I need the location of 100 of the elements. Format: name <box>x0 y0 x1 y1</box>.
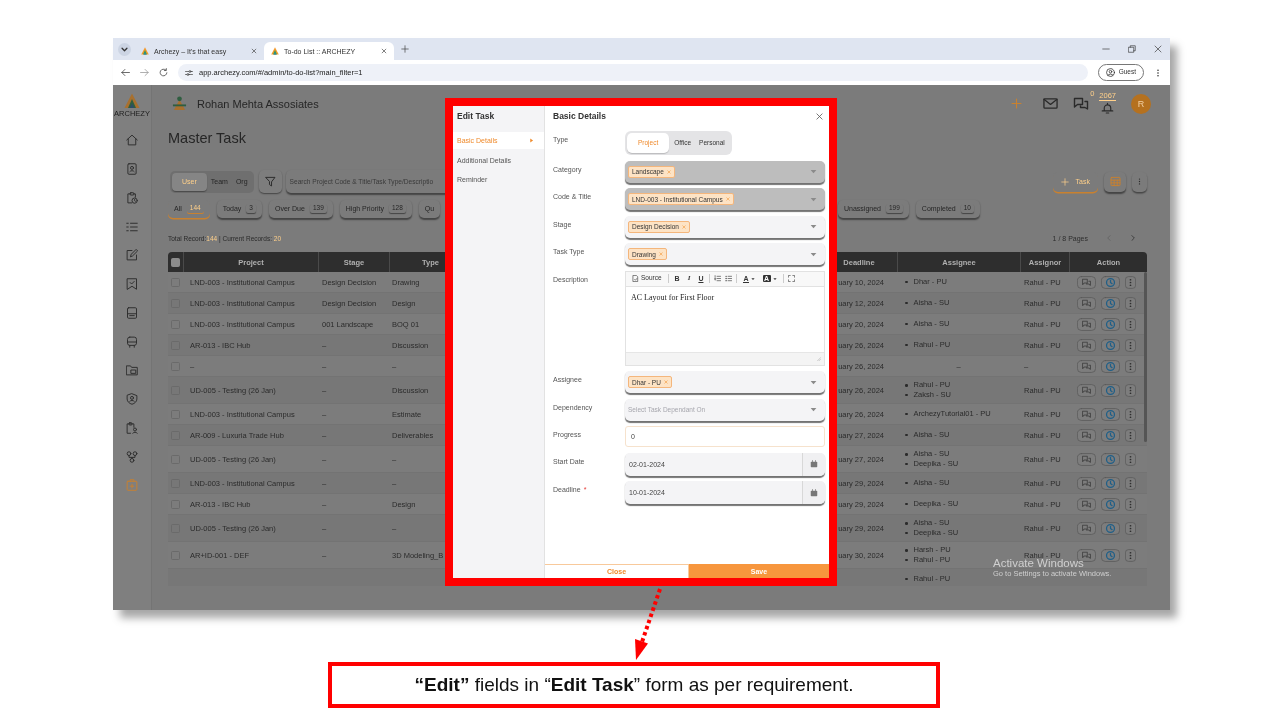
remove-icon[interactable] <box>663 380 668 384</box>
remove-icon[interactable] <box>658 252 663 256</box>
id-badge-icon[interactable] <box>126 163 138 176</box>
plus-icon[interactable] <box>1011 98 1023 109</box>
chevron-down-icon[interactable] <box>118 42 131 56</box>
clock-icon[interactable] <box>1101 476 1120 490</box>
bell-icon[interactable] <box>1101 101 1115 115</box>
comments-icon[interactable] <box>1077 452 1096 466</box>
more-icon[interactable] <box>1125 338 1136 352</box>
filter-button[interactable] <box>258 170 282 193</box>
dropdown-caret-icon <box>810 250 817 258</box>
more-icon[interactable] <box>1125 383 1136 397</box>
restore-icon[interactable] <box>1128 45 1136 53</box>
bookmark-icon[interactable] <box>126 278 138 291</box>
close-icon[interactable] <box>816 112 823 120</box>
new-tab-icon[interactable] <box>401 45 409 53</box>
comments-icon[interactable] <box>1077 521 1096 535</box>
more-icon[interactable] <box>1125 359 1136 373</box>
clock-icon[interactable] <box>1101 317 1120 331</box>
bus-icon[interactable] <box>126 335 138 348</box>
clock-icon[interactable] <box>1101 275 1120 289</box>
dropdown-caret-icon <box>810 223 817 230</box>
bullet-icon <box>905 522 908 525</box>
bullet-icon <box>905 453 908 456</box>
more-icon[interactable] <box>1125 428 1136 442</box>
caret-icon <box>772 276 777 281</box>
caret-right-icon <box>529 138 534 143</box>
comments-icon[interactable] <box>1077 359 1096 373</box>
clock-icon[interactable] <box>1101 407 1120 421</box>
home-icon[interactable] <box>126 134 138 147</box>
more-icon[interactable] <box>1125 296 1136 310</box>
more-icon[interactable] <box>1125 452 1136 466</box>
scrollbar-thumb[interactable] <box>1144 272 1147 442</box>
more-icon[interactable] <box>1125 548 1136 562</box>
comments-icon[interactable] <box>1077 428 1096 442</box>
site-info-icon[interactable] <box>185 68 193 77</box>
clock-icon[interactable] <box>1101 521 1120 535</box>
edit-icon[interactable] <box>126 249 138 262</box>
dialog-title: Edit Task <box>456 110 496 123</box>
more-icon[interactable] <box>1125 407 1136 421</box>
section-heading: Basic Details <box>553 111 606 121</box>
clock-icon[interactable] <box>1101 359 1120 373</box>
clock-icon[interactable] <box>1101 296 1120 310</box>
dropdown-caret-icon <box>810 168 817 175</box>
comments-icon[interactable] <box>1077 383 1096 397</box>
more-icon[interactable] <box>1125 521 1136 535</box>
minimize-icon[interactable] <box>1102 45 1110 53</box>
clipboard-clock-icon[interactable] <box>126 191 138 204</box>
next-page-icon[interactable] <box>1130 235 1136 241</box>
menu-icon[interactable] <box>1154 68 1162 77</box>
close-icon[interactable] <box>381 48 387 54</box>
clock-icon[interactable] <box>1101 338 1120 352</box>
comments-icon[interactable] <box>1077 476 1096 490</box>
shield-icon[interactable] <box>126 393 138 406</box>
comments-icon[interactable] <box>1077 497 1096 511</box>
clock-icon[interactable] <box>1101 383 1120 397</box>
calendar-icon <box>810 488 818 497</box>
clock-icon[interactable] <box>1101 428 1120 442</box>
reload-icon[interactable] <box>159 68 168 77</box>
select-all-checkbox[interactable] <box>171 257 180 267</box>
chat-icon[interactable] <box>1073 95 1090 112</box>
book-icon[interactable] <box>126 306 138 319</box>
bulleted-list-icon[interactable] <box>725 275 733 282</box>
more-icon[interactable] <box>1125 476 1136 490</box>
bullet-icon <box>905 462 908 465</box>
plus-icon <box>1060 177 1069 186</box>
maximize-icon[interactable] <box>787 275 795 282</box>
mail-icon[interactable] <box>1043 96 1059 111</box>
close-icon[interactable] <box>251 48 257 54</box>
more-icon[interactable] <box>1125 317 1136 331</box>
clipboard-icon[interactable] <box>126 479 138 492</box>
folder-icon[interactable] <box>126 364 138 377</box>
network-icon[interactable] <box>126 450 138 463</box>
clock-icon[interactable] <box>1101 548 1120 562</box>
bullet-icon <box>905 412 908 416</box>
comments-icon[interactable] <box>1077 407 1096 421</box>
comments-icon[interactable] <box>1077 275 1096 289</box>
checklist-icon[interactable] <box>126 220 138 233</box>
close-icon[interactable] <box>1154 45 1162 53</box>
bullet-icon <box>905 531 908 534</box>
numbered-list-icon[interactable] <box>714 275 722 282</box>
comments-icon[interactable] <box>1077 338 1096 352</box>
more-icon[interactable] <box>1125 275 1136 289</box>
more-button[interactable] <box>1132 171 1147 192</box>
comments-icon[interactable] <box>1077 317 1096 331</box>
comments-icon[interactable] <box>1077 296 1096 310</box>
resize-grip-icon[interactable] <box>816 356 821 361</box>
clock-icon[interactable] <box>1101 452 1120 466</box>
bullet-icon <box>905 577 908 581</box>
calendar-button[interactable] <box>802 481 825 504</box>
more-icon[interactable] <box>1125 497 1136 511</box>
table-view-button[interactable] <box>1104 171 1126 192</box>
remove-icon[interactable] <box>681 224 686 229</box>
clipboard-user-icon[interactable] <box>126 421 138 434</box>
calendar-button[interactable] <box>802 452 825 476</box>
back-icon[interactable] <box>121 68 130 77</box>
clock-icon[interactable] <box>1101 497 1120 511</box>
company-name: Rohan Mehta Assosiates <box>197 97 319 110</box>
filter-icon <box>264 176 276 187</box>
forward-icon[interactable] <box>140 68 149 77</box>
